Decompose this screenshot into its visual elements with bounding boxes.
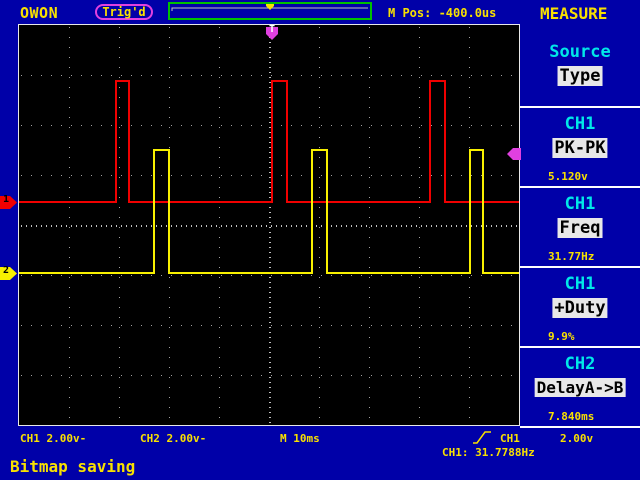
top-status-bar: OWON Trig'd M Pos: -400.0us MEASURE [0,0,640,24]
memory-position-strip [168,2,372,20]
trigger-status-badge: Trig'd [95,4,153,20]
ch2-marker[interactable]: 2 [0,265,17,280]
menu-item-title: CH2 [564,354,596,374]
menu-item-readout: 31.77Hz [548,250,595,263]
menu-item-title: CH1 [564,114,596,134]
trigger-level-arrow-icon [507,148,521,160]
menu-item-ch1-freq[interactable]: CH1 Freq 31.77Hz [520,188,640,268]
menu-item-ch1-pkpk[interactable]: CH1 PK-PK 5.120v [520,108,640,188]
trigger-source: CH1 [500,432,520,445]
menu-item-value: Freq [557,218,603,238]
menu-item-value: Type [557,66,603,86]
memory-position-readout: M Pos: -400.0us [388,6,497,20]
menu-title: MEASURE [540,4,608,23]
menu-item-title: CH1 [564,274,596,294]
trigger-marker-label: T [269,24,276,35]
menu-item-ch1-duty[interactable]: CH1 +Duty 9.9% [520,268,640,348]
menu-item-readout: 9.9% [548,330,575,343]
menu-item-title: Source [549,42,611,62]
ch2-marker-label: 2 [3,265,10,276]
ch1-scale: CH1 2.00v- [20,432,87,445]
ch1-waveform [19,80,519,203]
menu-item-value: DelayA->B [534,378,626,397]
rising-edge-icon [473,431,491,444]
brand-logo: OWON [20,4,59,22]
waveform-traces [19,80,519,274]
status-message: Bitmap saving [10,457,136,476]
menu-item-source[interactable]: Source Type [520,24,640,108]
ch1-marker[interactable]: 1 [0,194,17,209]
timebase: M 10ms [280,432,320,445]
menu-item-ch2-delay[interactable]: CH2 DelayA->B 7.840ms [520,348,640,428]
ch1-frequency-counter: CH1: 31.7788Hz [442,446,535,459]
trigger-level-marker[interactable] [507,145,521,160]
menu-item-value: PK-PK [552,138,608,158]
trigger-position-marker[interactable]: T [266,24,278,40]
menu-item-readout: 7.840ms [548,410,595,423]
memory-waveform-icon [171,4,368,11]
waveform-display [18,24,520,426]
ch1-marker-label: 1 [3,194,10,205]
measure-menu: Source Type CH1 PK-PK 5.120v CH1 Freq 31… [520,24,640,428]
menu-item-readout: 5.120v [548,170,588,183]
menu-item-title: CH1 [564,194,596,214]
ch2-scale: CH2 2.00v- [140,432,207,445]
menu-item-value: +Duty [552,298,608,318]
trigger-level: 2.00v [560,432,594,445]
